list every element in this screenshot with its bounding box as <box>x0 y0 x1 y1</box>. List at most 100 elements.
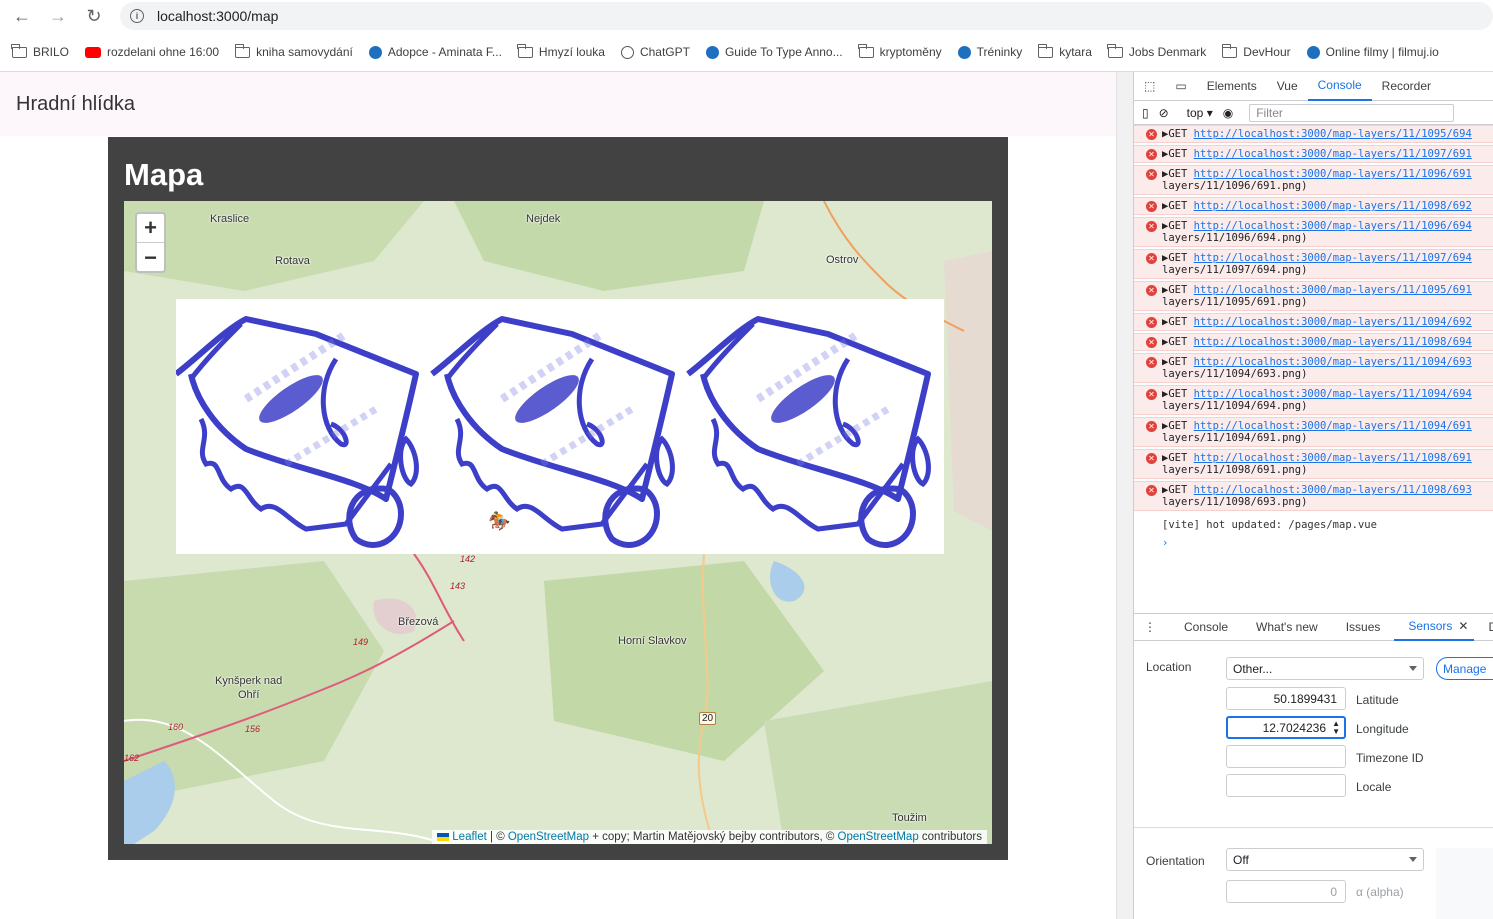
bookmark-item[interactable]: ChatGPT <box>620 45 690 59</box>
request-url-link[interactable]: http://localhost:3000/map-layers/11/1096… <box>1194 220 1472 232</box>
bookmark-item[interactable]: rozdelani ohne 16:00 <box>85 45 219 59</box>
horse-rider-icon[interactable]: 🏇 <box>488 511 510 532</box>
request-url-link[interactable]: http://localhost:3000/map-layers/11/1096… <box>1194 168 1472 180</box>
attribution-separator: | © <box>486 831 508 843</box>
bookmark-item[interactable]: BRILO <box>11 43 69 59</box>
error-icon: ✕ <box>1146 337 1157 348</box>
alpha-input[interactable]: 0 <box>1226 880 1346 903</box>
bookmark-item[interactable]: DevHour <box>1221 43 1291 59</box>
drawer-menu-icon[interactable]: ⋮ <box>1134 613 1170 641</box>
leaflet-map[interactable]: + − Kraslice Nejdek Rotava Ostrov Březov… <box>124 201 992 844</box>
console-error-row[interactable]: ✕ ▶GET http://localhost:3000/map-layers/1… <box>1134 417 1493 447</box>
tab-elements[interactable]: Elements <box>1197 72 1267 101</box>
request-url-link[interactable]: http://localhost:3000/map-layers/11/1098… <box>1194 484 1472 496</box>
console-error-row[interactable]: ✕ ▶GET http://localhost:3000/map-layers/1… <box>1134 249 1493 279</box>
request-url-link[interactable]: http://localhost:3000/map-layers/11/1094… <box>1194 420 1472 432</box>
console-prompt[interactable]: › <box>1134 531 1493 549</box>
console-error-row[interactable]: ✕ ▶GET http://localhost:3000/map-layers/1… <box>1134 145 1493 163</box>
console-error-row[interactable]: ✕ ▶GET http://localhost:3000/map-layers/1… <box>1134 313 1493 331</box>
request-url-link[interactable]: http://localhost:3000/map-layers/11/1094… <box>1194 356 1472 368</box>
inspect-icon[interactable]: ⬚ <box>1134 72 1165 101</box>
bookmark-item[interactable]: Guide To Type Anno... <box>705 45 843 59</box>
console-error-row[interactable]: ✕ ▶GET http://localhost:3000/map-layers/1… <box>1134 333 1493 351</box>
drawer-tab-developer[interactable]: Develo <box>1474 613 1493 641</box>
bookmark-item[interactable]: Online filmy | filmuj.io <box>1306 45 1439 59</box>
console-error-row[interactable]: ✕ ▶GET http://localhost:3000/map-layers/1… <box>1134 165 1493 195</box>
tab-vue[interactable]: Vue <box>1267 72 1308 101</box>
osm-link[interactable]: OpenStreetMap <box>508 831 589 843</box>
bookmark-item[interactable]: Hmyzí louka <box>517 43 605 59</box>
timezone-label: Timezone ID <box>1356 751 1424 765</box>
request-method: GET <box>1168 420 1188 432</box>
place-label: Nejdek <box>526 213 561 225</box>
drawer-tab-issues[interactable]: Issues <box>1332 613 1395 641</box>
road-number: 142 <box>460 554 476 564</box>
request-url-link[interactable]: http://localhost:3000/map-layers/11/1095… <box>1194 128 1472 140</box>
tab-console[interactable]: Console <box>1307 72 1372 101</box>
road-number: 143 <box>450 581 466 591</box>
bookmark-item[interactable]: Adopce - Aminata F... <box>368 45 502 59</box>
site-icon <box>705 45 719 59</box>
manage-label: Manage <box>1443 661 1487 676</box>
page-scrollbar[interactable] <box>1116 72 1133 919</box>
request-url-link[interactable]: http://localhost:3000/map-layers/11/1097… <box>1194 252 1472 264</box>
clear-console-icon[interactable]: ⊘ <box>1159 106 1169 120</box>
console-error-row[interactable]: ✕ ▶GET http://localhost:3000/map-layers/1… <box>1134 217 1493 247</box>
console-error-row[interactable]: ✕ ▶GET http://localhost:3000/map-layers/1… <box>1134 449 1493 479</box>
console-filter-input[interactable]: Filter <box>1249 103 1455 122</box>
zoom-in-button[interactable]: + <box>137 214 164 243</box>
locale-input[interactable] <box>1226 774 1346 797</box>
orientation-select[interactable]: Off <box>1226 848 1424 871</box>
longitude-input[interactable]: 12.7024236 ▲ ▼ <box>1226 716 1346 739</box>
bookmark-item[interactable]: Tréninky <box>957 45 1022 59</box>
request-url-link[interactable]: http://localhost:3000/map-layers/11/1095… <box>1194 284 1472 296</box>
youtube-icon <box>85 46 102 58</box>
bookmark-item[interactable]: kniha samovydání <box>234 43 353 59</box>
tab-recorder[interactable]: Recorder <box>1372 72 1441 101</box>
location-select[interactable]: Other... <box>1226 657 1424 680</box>
bookmark-label: kryptoměny <box>879 45 942 59</box>
close-icon[interactable]: ✕ <box>1458 619 1468 633</box>
bookmark-item[interactable]: Jobs Denmark <box>1107 43 1207 59</box>
bookmark-item[interactable]: kytara <box>1037 43 1092 59</box>
back-icon[interactable]: ← <box>9 4 35 28</box>
map-card-title: Mapa <box>124 157 204 192</box>
context-select[interactable]: top ▾ <box>1187 106 1213 120</box>
drawer-tab-sensors-label: Sensors <box>1408 619 1453 633</box>
osm-link[interactable]: OpenStreetMap <box>838 831 919 843</box>
reload-icon[interactable]: ↻ <box>81 4 107 28</box>
request-url-link[interactable]: http://localhost:3000/map-layers/11/1098… <box>1194 336 1472 348</box>
bookmark-label: Jobs Denmark <box>1128 45 1207 59</box>
spinner-icon[interactable]: ▲ ▼ <box>1332 720 1340 736</box>
request-method: GET <box>1168 452 1188 464</box>
console-error-row[interactable]: ✕ ▶GET http://localhost:3000/map-layers/1… <box>1134 197 1493 215</box>
attribution-text: + copy; Martin Matějovský bejby contribu… <box>589 831 838 843</box>
latitude-input[interactable]: 50.1899431 <box>1226 687 1346 710</box>
request-url-link[interactable]: http://localhost:3000/map-layers/11/1098… <box>1194 200 1472 212</box>
console-error-row[interactable]: ✕ ▶GET http://localhost:3000/map-layers/1… <box>1134 125 1493 143</box>
sidebar-toggle-icon[interactable]: ▯ <box>1142 106 1149 120</box>
forward-icon[interactable]: → <box>45 4 71 28</box>
eye-icon[interactable]: ◉ <box>1223 106 1233 120</box>
bookmark-item[interactable]: kryptoměny <box>858 43 942 59</box>
orientation-value: Off <box>1233 852 1249 867</box>
request-url-link[interactable]: http://localhost:3000/map-layers/11/1097… <box>1194 148 1472 160</box>
device-toolbar-icon[interactable]: ▭ <box>1165 72 1196 101</box>
address-bar[interactable]: i localhost:3000/map <box>120 2 1493 30</box>
console-error-row[interactable]: ✕ ▶GET http://localhost:3000/map-layers/1… <box>1134 481 1493 511</box>
site-info-icon[interactable]: i <box>130 9 144 23</box>
request-url-link[interactable]: http://localhost:3000/map-layers/11/1094… <box>1194 316 1472 328</box>
chatgpt-icon <box>620 45 634 59</box>
console-error-row[interactable]: ✕ ▶GET http://localhost:3000/map-layers/1… <box>1134 353 1493 383</box>
request-url-link[interactable]: http://localhost:3000/map-layers/11/1094… <box>1194 388 1472 400</box>
zoom-out-button[interactable]: − <box>137 243 164 272</box>
timezone-input[interactable] <box>1226 745 1346 768</box>
drawer-tab-sensors[interactable]: Sensors ✕ <box>1394 613 1475 641</box>
console-error-row[interactable]: ✕ ▶GET http://localhost:3000/map-layers/1… <box>1134 281 1493 311</box>
drawer-tab-whats-new[interactable]: What's new <box>1242 613 1332 641</box>
leaflet-link[interactable]: Leaflet <box>437 831 487 843</box>
request-url-link[interactable]: http://localhost:3000/map-layers/11/1098… <box>1194 452 1472 464</box>
drawer-tab-console[interactable]: Console <box>1170 613 1242 641</box>
console-error-row[interactable]: ✕ ▶GET http://localhost:3000/map-layers/1… <box>1134 385 1493 415</box>
manage-button[interactable]: Manage <box>1436 657 1493 680</box>
